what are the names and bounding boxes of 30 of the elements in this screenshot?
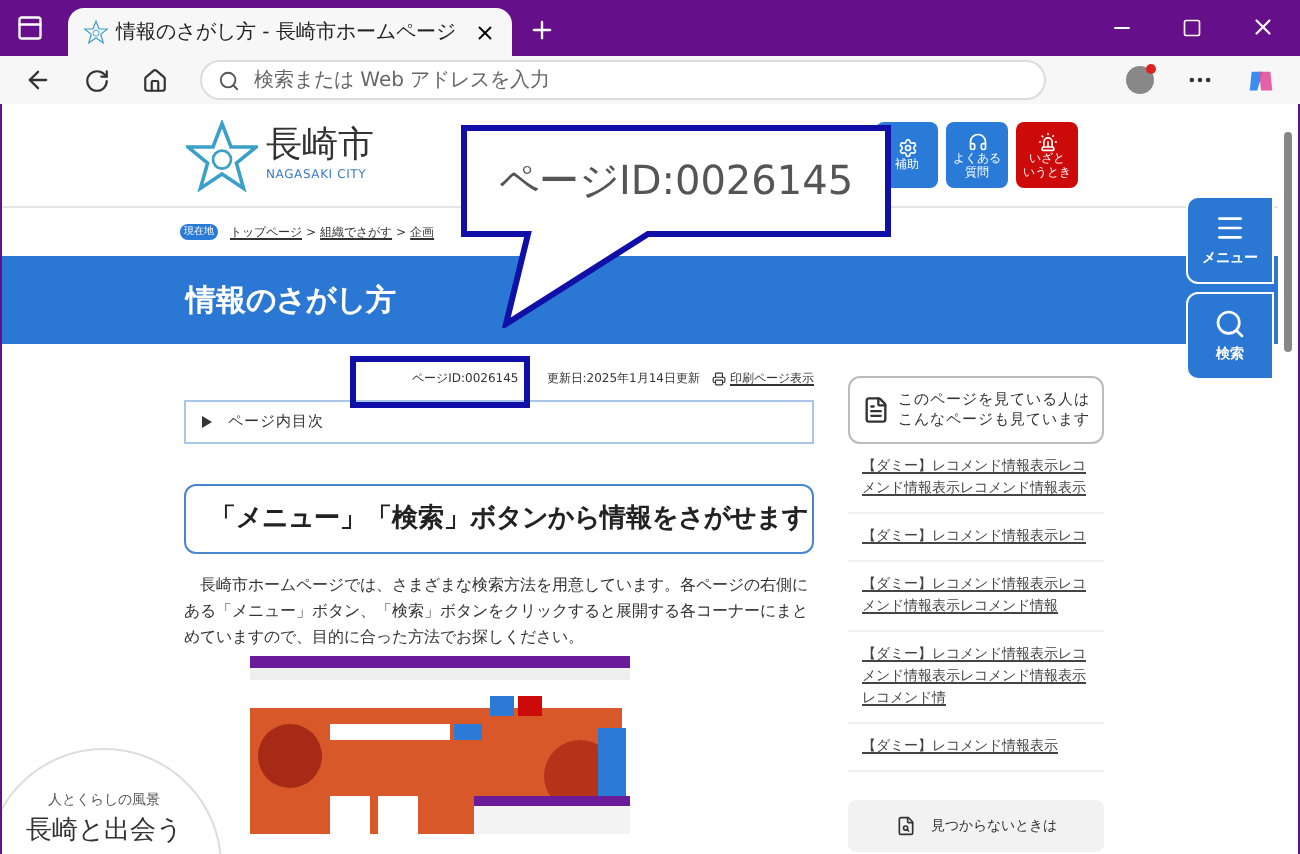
star-logo-icon [186, 119, 258, 191]
printer-icon [712, 371, 726, 385]
tab-actions-icon[interactable] [16, 14, 44, 42]
file-search-icon [895, 816, 915, 836]
gear-icon [897, 138, 917, 158]
home-icon[interactable] [142, 67, 168, 93]
alarm-icon [1037, 131, 1057, 151]
profile-icon[interactable] [1126, 66, 1154, 94]
reload-icon[interactable] [84, 67, 110, 93]
page-title: 情報のさがし方 [186, 279, 396, 322]
search-icon [218, 70, 240, 92]
new-tab-icon[interactable] [528, 16, 556, 44]
triangle-icon [202, 416, 212, 428]
star-logo-icon [84, 20, 108, 44]
headset-icon [967, 131, 987, 151]
address-field[interactable]: 検索または Web アドレスを入力 [200, 60, 1046, 100]
maximize-icon[interactable] [1182, 18, 1202, 38]
search-icon [1214, 307, 1246, 340]
page-id-tooltip: ページID:0026145 [460, 124, 892, 328]
document-icon [862, 396, 890, 424]
site-logo-text[interactable]: 長崎市 [266, 126, 374, 166]
menu-icon [1214, 211, 1246, 244]
intro-paragraph: 長崎市ホームページでは、さまざまな検索方法を用意しています。各ページの右側にある「メニュー」ボタン、「検索」ボタンをクリックすると展開する各コーナーにまとめていますので、目的に合った方法でお探しください。 [184, 574, 810, 650]
back-icon[interactable] [24, 66, 52, 94]
scrollbar-thumb[interactable] [1284, 132, 1292, 352]
close-icon[interactable] [474, 21, 496, 43]
section-heading: 「メニュー」「検索」ボタンから情報をさがせます [184, 484, 814, 554]
tab-title: 情報のさがし方 - 長崎市ホームページ [116, 19, 458, 47]
browser-tab[interactable]: 情報のさがし方 - 長崎市ホームページ [68, 8, 512, 56]
close-window-icon[interactable] [1250, 14, 1276, 40]
